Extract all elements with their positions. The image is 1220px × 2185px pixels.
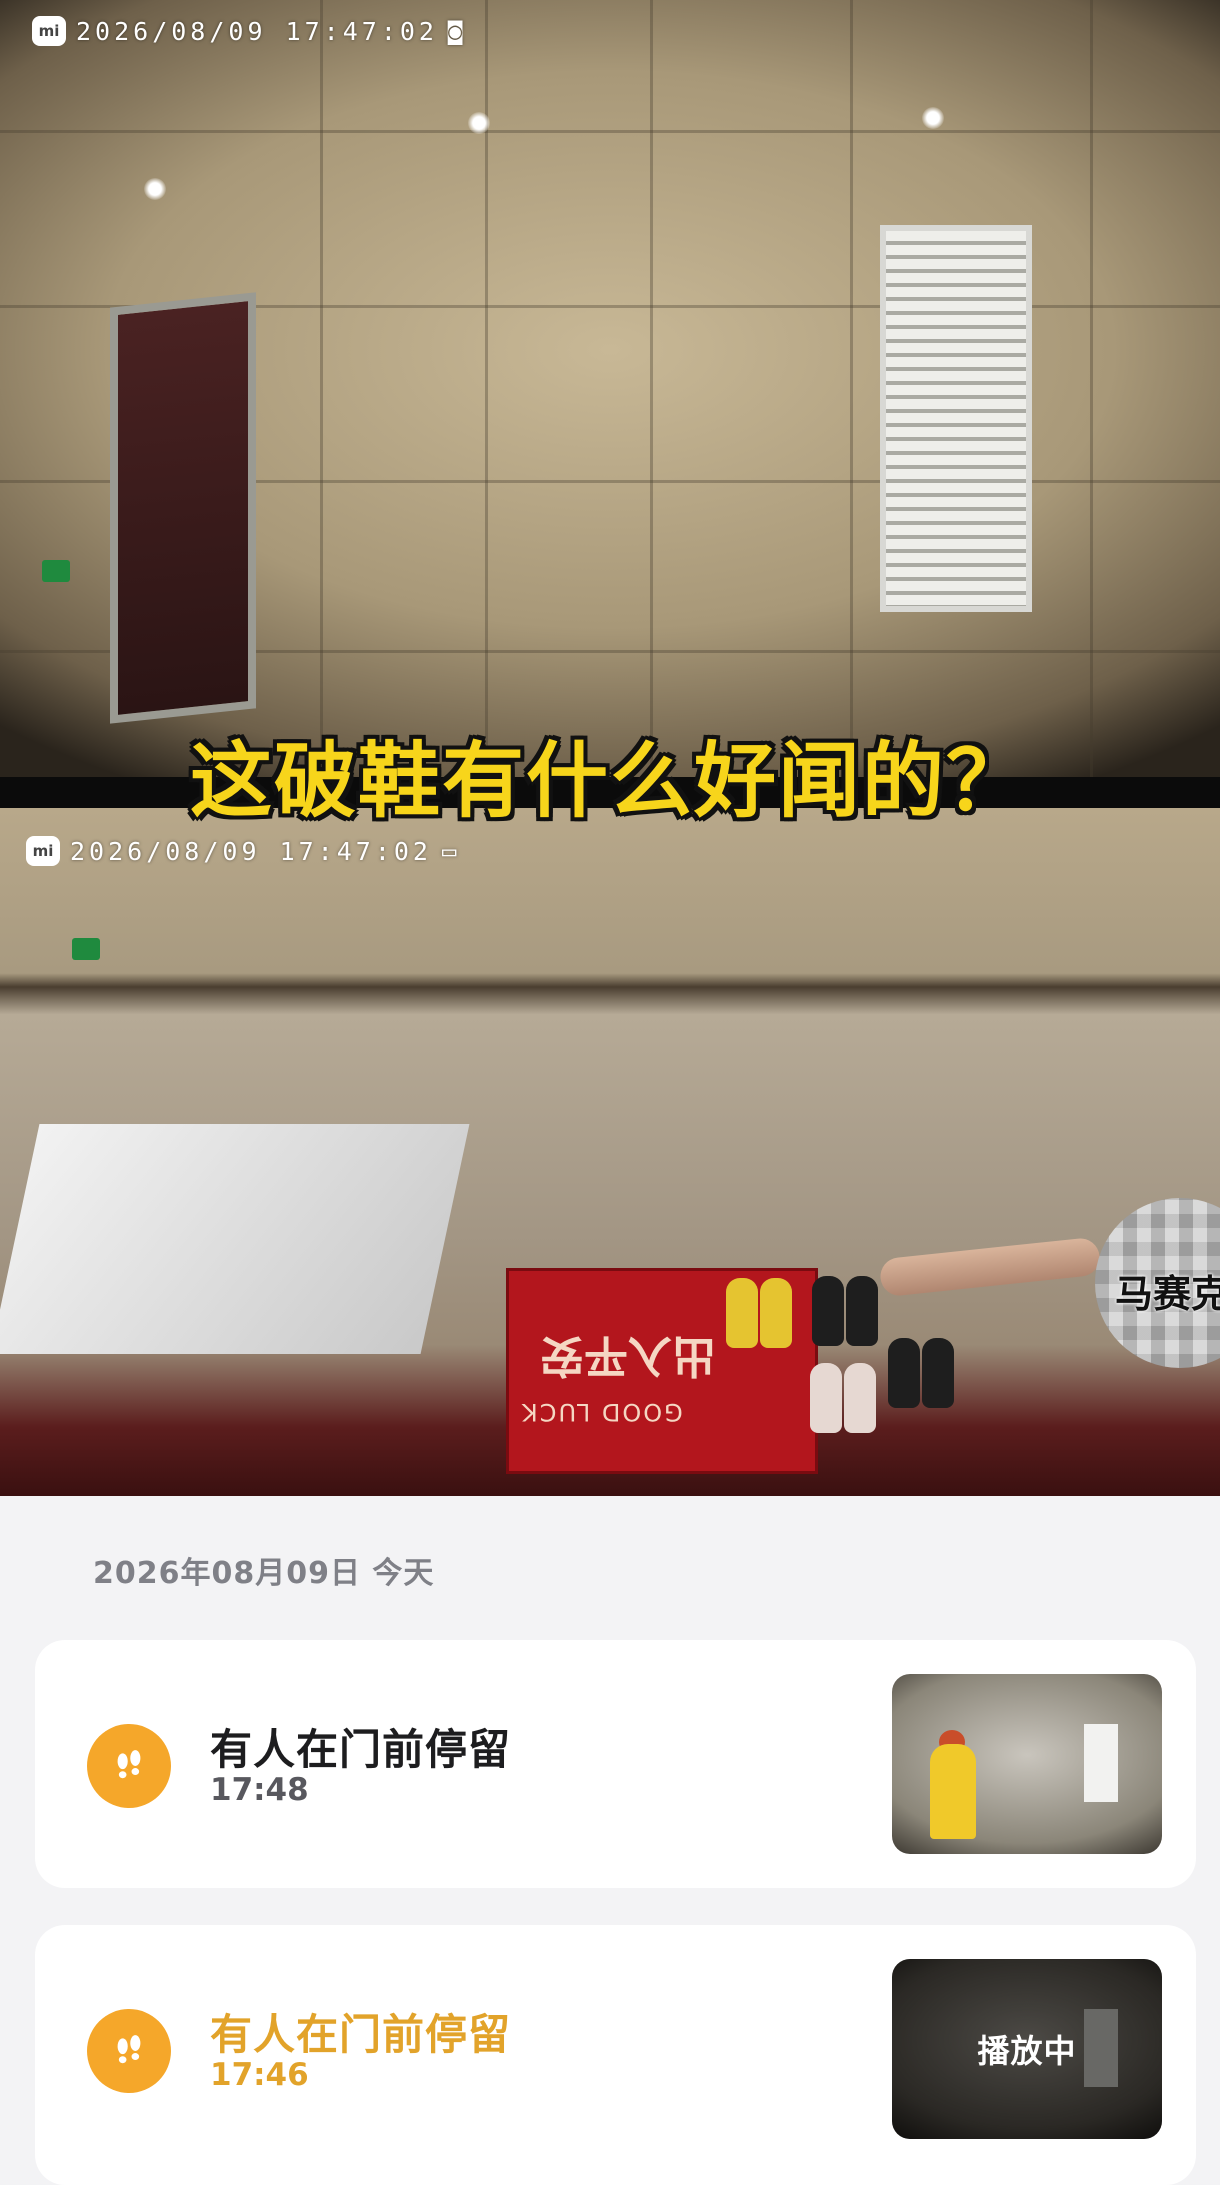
- doormat-text: GOOD LUCK: [520, 1398, 683, 1426]
- record-icon: ◙: [447, 17, 463, 45]
- timestamp-overlay-top: mi 2026/08/09 17:47:02 ◙: [32, 16, 462, 46]
- event-title: 有人在门前停留: [210, 2010, 512, 2059]
- footprints-icon: [117, 1750, 141, 1779]
- camera-view-top[interactable]: mi 2026/08/09 17:47:02 ◙: [0, 0, 1220, 777]
- ceiling-light: [144, 178, 166, 200]
- footprints-icon: [87, 2009, 171, 2093]
- thumbnail-person: [930, 1744, 976, 1839]
- event-card[interactable]: 有人在门前停留 17:46 播放中: [35, 1925, 1196, 2185]
- shoe: [922, 1338, 954, 1408]
- event-title: 有人在门前停留: [210, 1725, 512, 1774]
- timestamp-text: 2026/08/09 17:47:02: [76, 16, 438, 46]
- shoe: [846, 1276, 878, 1346]
- timestamp-text: 2026/08/09 17:47:02: [70, 836, 432, 866]
- mi-logo: mi: [26, 836, 60, 866]
- exit-sign: [72, 938, 100, 960]
- shoe: [760, 1278, 792, 1348]
- camera-view-bottom[interactable]: 出入平安 GOOD LUCK 马赛克 mi 2026/08/09 17:47:0…: [0, 808, 1220, 1496]
- ceiling-light: [468, 112, 490, 134]
- shoe: [844, 1363, 876, 1433]
- fire-door: [110, 292, 256, 724]
- doormat-text: 出入平安: [540, 1330, 716, 1381]
- thumbnail-poster: [1084, 1724, 1118, 1802]
- video-caption: 这破鞋有什么好闻的？: [189, 734, 1030, 829]
- event-thumbnail[interactable]: [892, 1674, 1162, 1854]
- camera-icon: ▭: [441, 837, 457, 865]
- playing-overlay: 播放中: [892, 1959, 1162, 2139]
- event-time: 17:48: [210, 1772, 309, 1808]
- event-time: 17:46: [210, 2057, 309, 2093]
- shoe: [810, 1363, 842, 1433]
- ceiling-light: [922, 107, 944, 129]
- event-card[interactable]: 有人在门前停留 17:48: [35, 1640, 1196, 1888]
- air-vent: [880, 225, 1032, 612]
- shoe: [726, 1278, 758, 1348]
- mosaic-label: 马赛克: [1115, 1272, 1220, 1316]
- exit-sign: [42, 560, 70, 582]
- footprints-icon: [117, 2035, 141, 2064]
- shoe: [812, 1276, 844, 1346]
- date-header: 2026年08月09日 今天: [93, 1556, 435, 1591]
- footprints-icon: [87, 1724, 171, 1808]
- timestamp-overlay-bottom: mi 2026/08/09 17:47:02 ▭: [26, 836, 456, 866]
- event-thumbnail[interactable]: 播放中: [892, 1959, 1162, 2139]
- reaching-arm: [878, 1236, 1102, 1298]
- refrigerator: [0, 1124, 470, 1354]
- mi-logo: mi: [32, 16, 66, 46]
- shoe: [888, 1338, 920, 1408]
